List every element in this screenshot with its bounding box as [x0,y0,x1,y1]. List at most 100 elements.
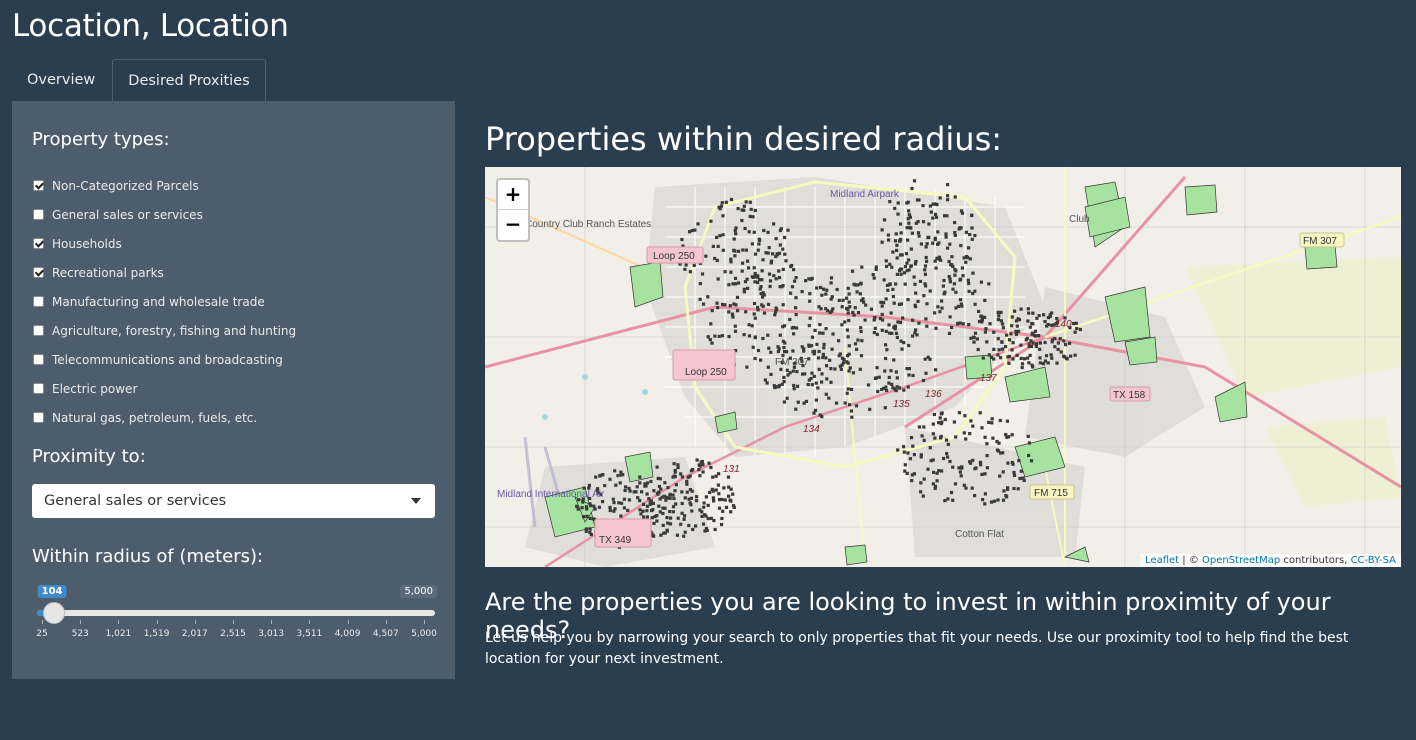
property-marker[interactable] [885,388,889,393]
property-marker[interactable] [724,505,729,509]
property-marker[interactable] [903,265,907,269]
property-marker[interactable] [875,366,879,370]
property-marker[interactable] [931,241,935,245]
property-marker[interactable] [695,458,699,462]
property-marker[interactable] [671,505,676,509]
property-marker[interactable] [710,309,714,313]
property-marker[interactable] [978,411,982,415]
checkbox-checked-icon[interactable] [33,180,44,191]
property-marker[interactable] [717,205,721,209]
property-marker[interactable] [1075,326,1079,331]
property-marker[interactable] [608,508,612,513]
property-marker[interactable] [910,186,914,191]
property-marker[interactable] [880,312,884,317]
property-marker[interactable] [985,442,989,446]
property-marker[interactable] [795,370,799,374]
property-marker[interactable] [743,280,748,284]
property-marker[interactable] [971,458,975,462]
checkbox-unchecked-icon[interactable] [33,383,44,394]
property-marker[interactable] [899,231,903,235]
property-marker[interactable] [684,263,688,267]
property-marker[interactable] [944,235,948,239]
property-marker[interactable] [666,486,670,490]
property-marker[interactable] [938,416,942,420]
property-marker[interactable] [944,438,949,442]
property-marker[interactable] [715,258,719,263]
property-marker[interactable] [708,490,712,494]
property-marker[interactable] [736,309,740,313]
property-marker[interactable] [1035,342,1039,346]
property-marker[interactable] [727,485,731,489]
property-marker[interactable] [902,388,906,392]
property-marker[interactable] [885,264,889,268]
property-marker[interactable] [711,475,715,479]
property-marker[interactable] [592,504,596,508]
property-marker[interactable] [627,498,631,502]
property-marker[interactable] [933,212,938,216]
property-marker[interactable] [804,279,808,283]
property-marker[interactable] [946,194,950,198]
property-marker[interactable] [906,298,910,302]
property-marker[interactable] [977,309,981,313]
property-marker[interactable] [841,298,845,302]
property-marker[interactable] [700,459,704,464]
property-marker[interactable] [859,326,863,330]
property-marker[interactable] [961,322,965,326]
property-marker[interactable] [785,368,789,372]
property-marker[interactable] [662,531,666,535]
property-marker[interactable] [612,509,616,513]
property-marker[interactable] [825,288,829,292]
property-marker[interactable] [923,357,927,361]
property-marker[interactable] [896,212,900,216]
property-marker[interactable] [909,264,913,268]
property-marker[interactable] [781,339,785,343]
property-marker[interactable] [912,179,917,183]
property-marker[interactable] [827,396,831,400]
property-marker[interactable] [984,327,988,331]
property-marker[interactable] [759,358,763,362]
property-marker[interactable] [588,502,592,506]
checkbox-unchecked-icon[interactable] [33,354,44,365]
property-marker[interactable] [908,215,912,219]
property-marker[interactable] [1002,489,1006,493]
property-marker[interactable] [709,322,713,326]
property-marker[interactable] [840,305,844,309]
property-marker[interactable] [794,276,798,280]
property-marker[interactable] [951,287,955,291]
property-marker[interactable] [883,406,887,410]
property-marker[interactable] [814,381,818,385]
property-marker[interactable] [794,313,798,317]
property-marker[interactable] [963,414,967,418]
property-marker[interactable] [783,252,787,256]
property-marker[interactable] [927,235,931,239]
property-marker[interactable] [938,196,942,200]
property-marker[interactable] [746,286,750,290]
property-marker[interactable] [816,356,821,360]
property-marker[interactable] [818,323,822,327]
property-marker[interactable] [623,488,627,493]
property-marker[interactable] [860,339,864,343]
property-marker[interactable] [1068,341,1072,345]
property-marker[interactable] [717,506,722,510]
property-marker[interactable] [1027,342,1031,346]
property-marker[interactable] [964,230,968,234]
property-marker[interactable] [974,466,978,470]
property-marker[interactable] [831,332,835,336]
property-marker[interactable] [753,336,757,340]
property-marker[interactable] [1007,338,1012,342]
property-marker[interactable] [1005,333,1009,337]
property-marker[interactable] [744,310,748,314]
property-marker[interactable] [723,270,727,274]
property-marker[interactable] [1021,476,1025,480]
property-marker[interactable] [759,285,763,289]
property-marker[interactable] [659,533,663,537]
property-marker[interactable] [816,386,820,390]
property-marker[interactable] [692,263,696,267]
property-marker[interactable] [900,253,904,257]
property-marker[interactable] [880,240,884,244]
property-marker[interactable] [817,349,821,354]
property-marker[interactable] [819,285,823,290]
property-marker[interactable] [890,382,894,386]
property-marker[interactable] [771,252,775,256]
property-marker[interactable] [946,246,950,250]
